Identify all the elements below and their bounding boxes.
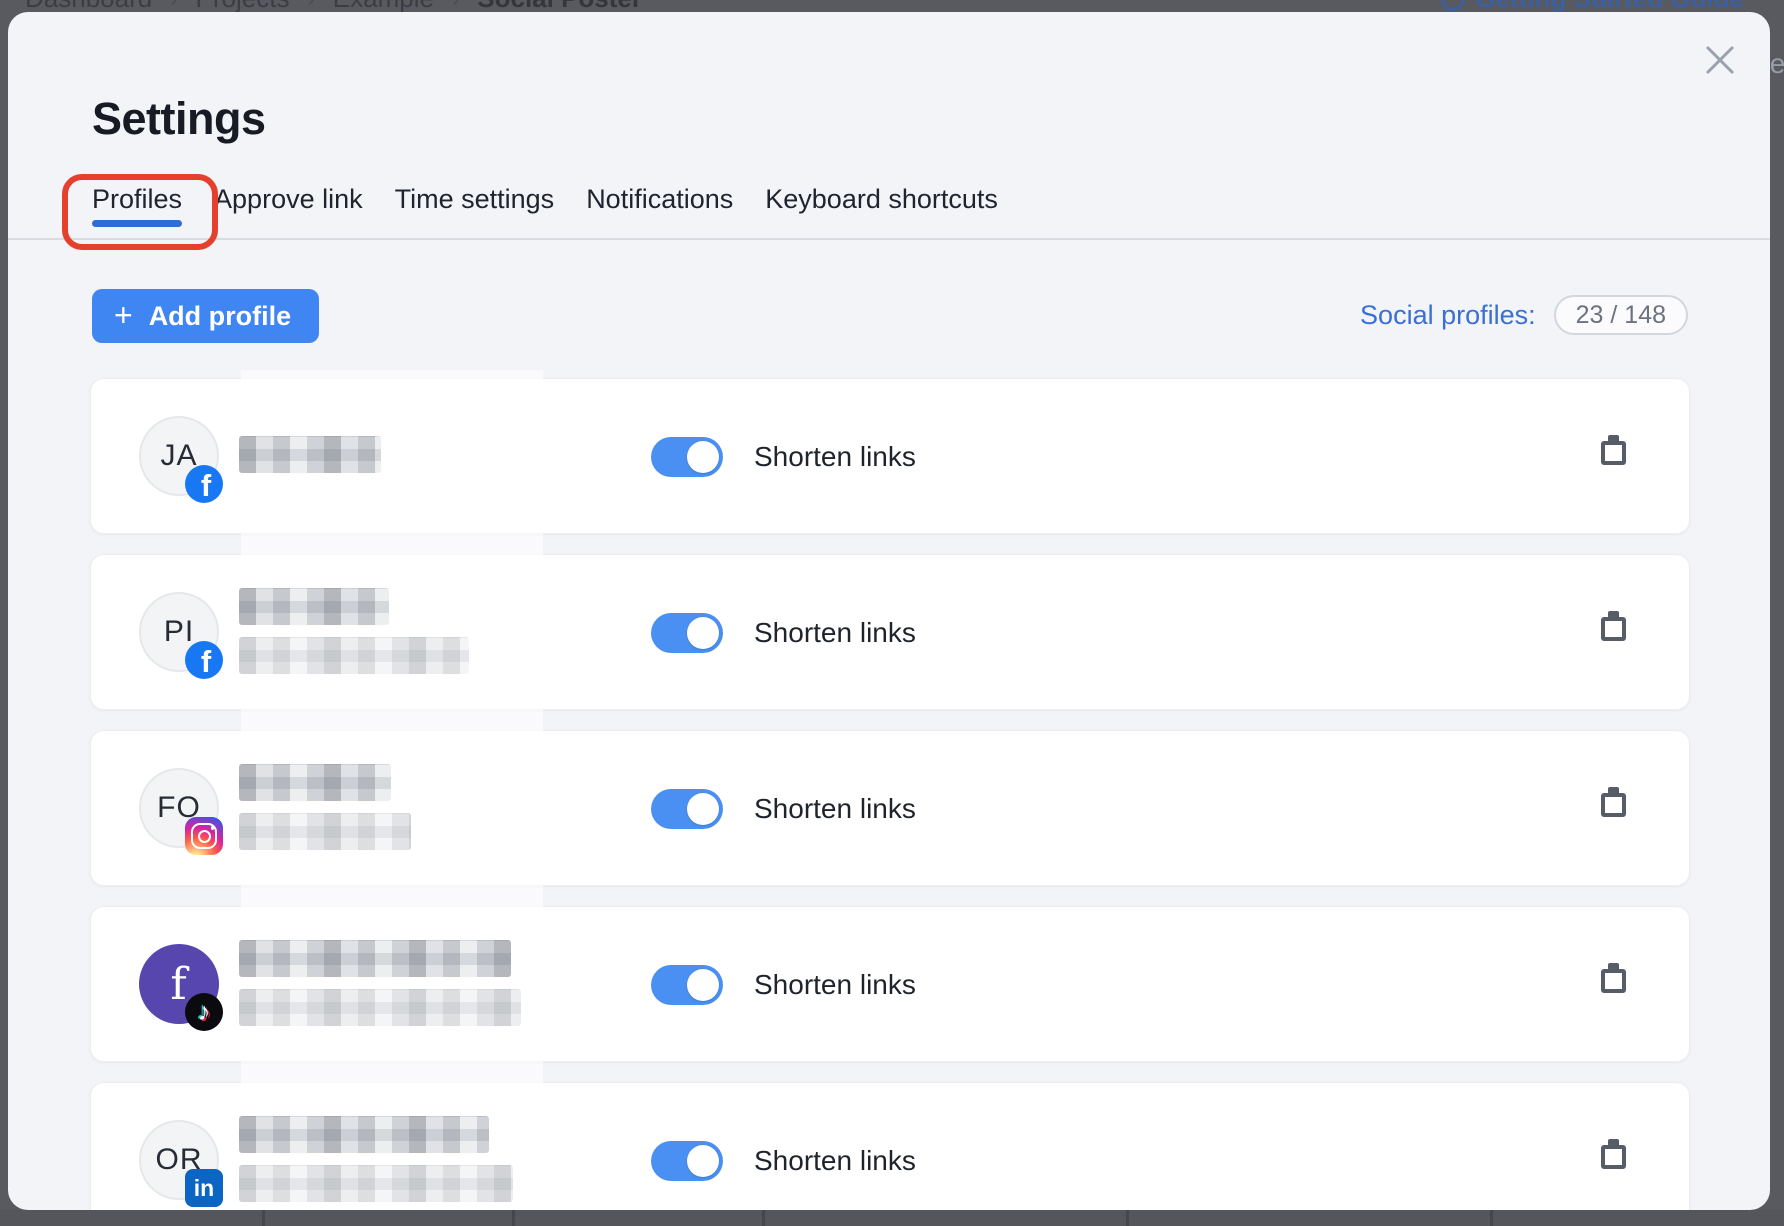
breadcrumb-item-current: Social Poster [477, 0, 642, 12]
settings-modal: Settings Profiles Approve link Time sett… [8, 12, 1770, 1210]
toggle-knob [687, 969, 719, 1001]
tiktok-icon: ♪ [185, 993, 223, 1031]
breadcrumb-separator-icon: › [307, 0, 314, 12]
breadcrumb-item: Example [333, 0, 434, 12]
delete-profile-button[interactable] [1591, 1139, 1635, 1183]
delete-profile-button[interactable] [1591, 611, 1635, 655]
toggle-knob [687, 617, 719, 649]
profile-row: OR in Shorten links [90, 1082, 1690, 1210]
redacted-profile-name [239, 1116, 489, 1153]
background-table-divider [262, 1210, 265, 1226]
redacted-profile-name [239, 940, 511, 977]
shorten-links-label: Shorten links [754, 555, 916, 711]
profile-row: PI f Shorten links [90, 554, 1690, 710]
profile-row: JA f Shorten links [90, 378, 1690, 534]
facebook-icon: f [185, 641, 223, 679]
dimmed-background-top: Dashboard › Projects › Example › Social … [0, 0, 1784, 12]
redacted-profile-handle [239, 813, 411, 850]
linkedin-icon: in [185, 1169, 223, 1207]
breadcrumb-separator-icon: › [452, 0, 459, 12]
redacted-profile-name [239, 588, 389, 625]
delete-profile-button[interactable] [1591, 787, 1635, 831]
redacted-profile-name [239, 764, 391, 801]
delete-profile-button[interactable] [1591, 435, 1635, 479]
profile-row: f ♪ Shorten links [90, 906, 1690, 1062]
facebook-icon: f [185, 465, 223, 503]
background-table-divider [1490, 1210, 1493, 1226]
toggle-knob [687, 793, 719, 825]
background-table-divider [762, 1210, 765, 1226]
shorten-links-label: Shorten links [754, 731, 916, 887]
background-text-fragment: te [1770, 48, 1784, 80]
toggle-knob [687, 441, 719, 473]
profile-row: FO Shorten links [90, 730, 1690, 886]
breadcrumb-item: Dashboard [25, 0, 152, 12]
shorten-links-label: Shorten links [754, 379, 916, 535]
redacted-profile-name [239, 436, 381, 473]
redacted-profile-handle [239, 1165, 513, 1202]
toggle-knob [687, 1145, 719, 1177]
shorten-links-toggle[interactable] [651, 789, 723, 829]
redacted-profile-handle [239, 637, 469, 674]
shorten-links-toggle[interactable] [651, 1141, 723, 1181]
shorten-links-label: Shorten links [754, 907, 916, 1063]
delete-profile-button[interactable] [1591, 963, 1635, 1007]
shorten-links-label: Shorten links [754, 1083, 916, 1210]
background-table-divider [512, 1210, 515, 1226]
background-table-divider [1126, 1210, 1129, 1226]
shorten-links-toggle[interactable] [651, 613, 723, 653]
breadcrumb-separator-icon: › [170, 0, 177, 12]
dimmed-background-bottom [0, 1210, 1784, 1226]
redacted-profile-handle [239, 989, 521, 1026]
breadcrumb-item: Projects [196, 0, 290, 12]
shorten-links-toggle[interactable] [651, 965, 723, 1005]
profile-list: JA f Shorten links PI f Shorten links FO [8, 12, 1770, 1210]
dimmed-background-right: te [1770, 12, 1784, 1210]
getting-started-label: Getting Started Guide [1475, 0, 1744, 12]
getting-started-icon [1441, 0, 1465, 11]
getting-started-guide-link: Getting Started Guide [1441, 0, 1744, 12]
shorten-links-toggle[interactable] [651, 437, 723, 477]
instagram-icon [185, 817, 223, 855]
